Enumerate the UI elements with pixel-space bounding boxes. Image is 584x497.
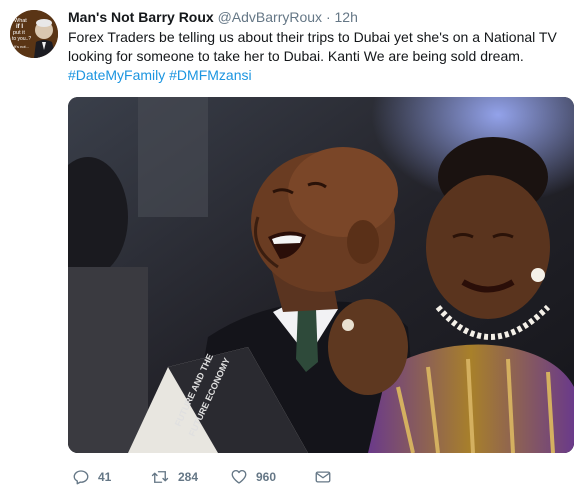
tweet-actions: 41 284 960 (72, 466, 332, 488)
reply-count: 41 (98, 470, 112, 484)
heart-icon (231, 469, 247, 484)
tweet-text-line-2: looking for someone to take her to Dubai… (68, 48, 524, 64)
retweet-count: 284 (178, 470, 199, 484)
display-name[interactable]: Man's Not Barry Roux (68, 9, 214, 25)
media-photo[interactable]: FUTURE AND THE FUTURE ECONOMY (68, 97, 574, 453)
tweet-text-line-1: Forex Traders be telling us about their … (68, 29, 557, 45)
like-button[interactable]: 960 (230, 468, 314, 486)
timestamp[interactable]: 12h (335, 9, 358, 25)
reply-button[interactable]: 41 (72, 468, 150, 486)
user-handle[interactable]: @AdvBarryRoux (218, 9, 322, 25)
separator: · (325, 9, 331, 25)
avatar-image: What if I put it to you..? It's not... (10, 10, 58, 58)
like-count: 960 (256, 470, 277, 484)
tweet: What if I put it to you..? It's not... M… (0, 0, 584, 497)
avatar-caption-4: to you..? (12, 36, 31, 42)
avatar-caption-5: It's not... (14, 44, 29, 49)
envelope-icon (315, 471, 331, 483)
direct-message-button[interactable] (314, 468, 332, 486)
tweet-header: Man's Not Barry Roux @AdvBarryRoux · 12h (68, 8, 358, 26)
hashtag-dmfmzansi[interactable]: #DMFMzansi (169, 67, 251, 83)
hashtags: #DateMyFamily #DMFMzansi (68, 66, 568, 85)
retweet-button[interactable]: 284 (150, 468, 230, 486)
hashtag-datemyfamily[interactable]: #DateMyFamily (68, 67, 165, 83)
tweet-text: Forex Traders be telling us about their … (68, 28, 568, 85)
avatar[interactable]: What if I put it to you..? It's not... (10, 10, 58, 58)
retweet-icon (151, 471, 169, 483)
photo-image: FUTURE AND THE FUTURE ECONOMY (68, 97, 574, 453)
reply-icon (73, 470, 89, 485)
